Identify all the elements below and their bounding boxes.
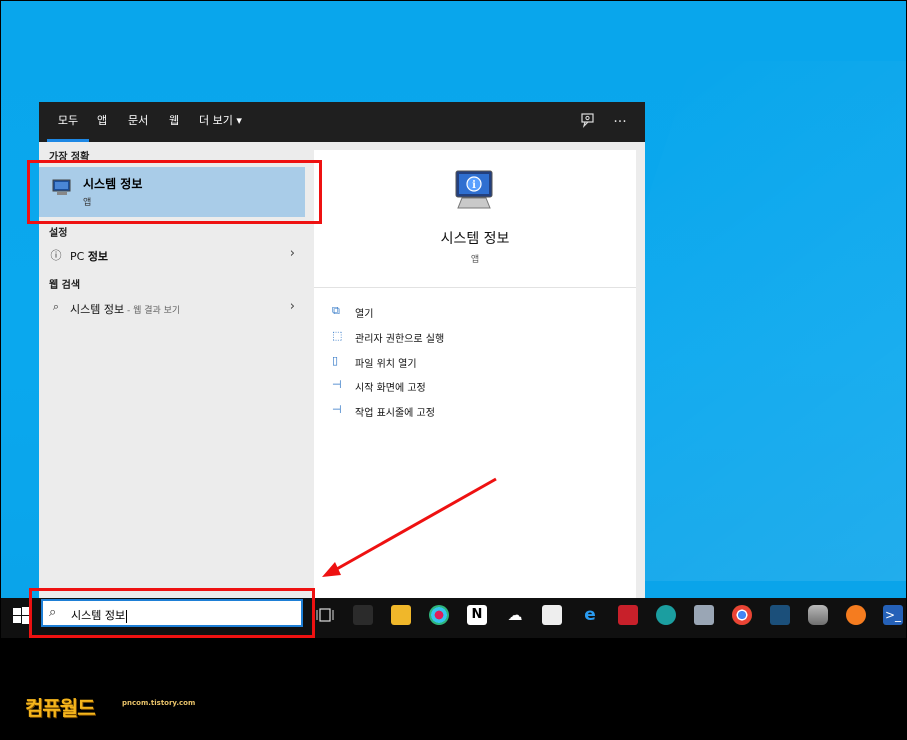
- annotation-arrow: [322, 477, 497, 577]
- screenshot-frame: 모두 앱 문서 웹 더 보기 ▾ ··· 가장 정확 시스템 정보 앱 설정 ⓘ: [0, 0, 907, 740]
